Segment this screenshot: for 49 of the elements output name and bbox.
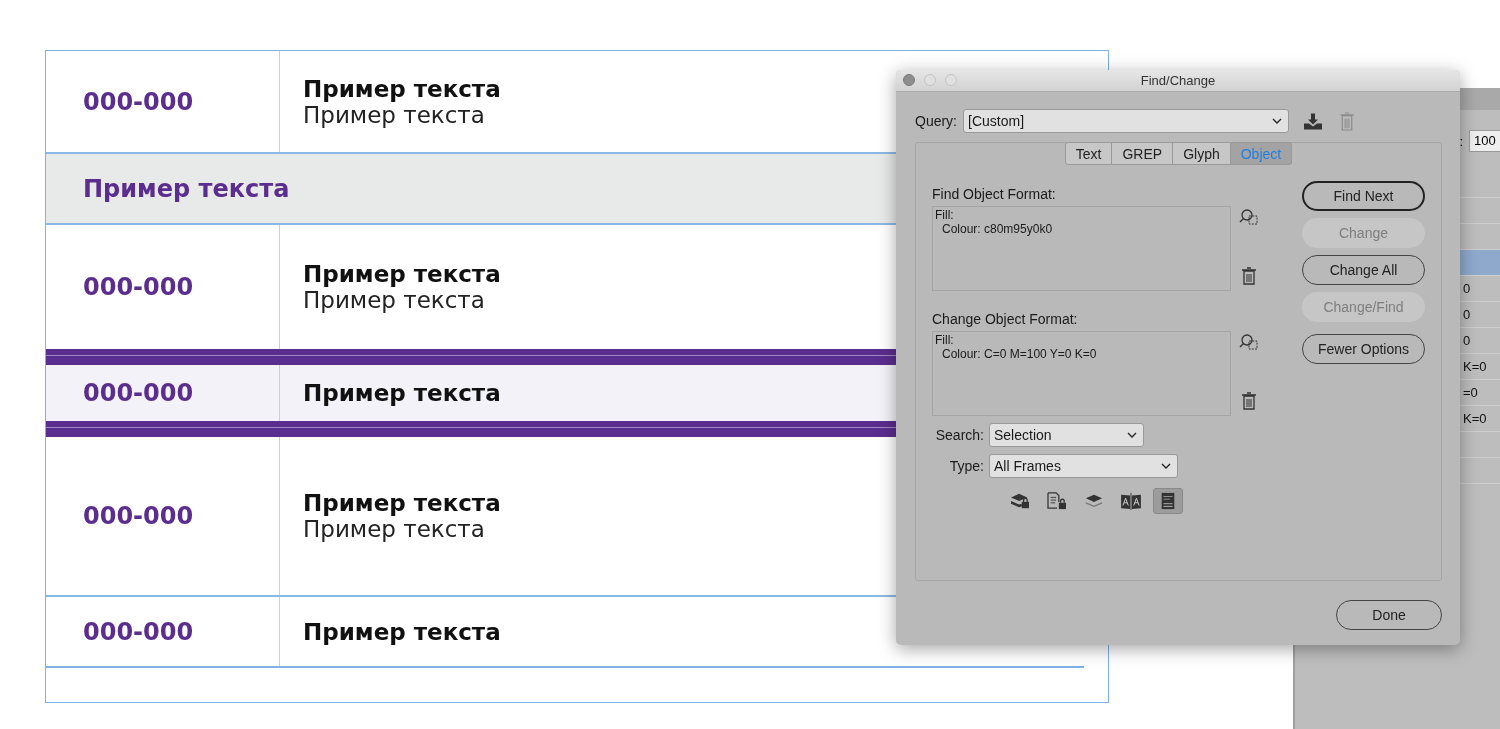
type-label: Type:: [948, 458, 984, 474]
item-number: 000-000: [83, 273, 194, 301]
format-line: Fill:: [935, 333, 955, 347]
format-line: Fill:: [935, 208, 955, 222]
frame-toggle[interactable]: [1153, 488, 1183, 514]
item-subtitle: Пример текста: [303, 101, 486, 128]
document-lock-icon: [1046, 492, 1068, 510]
format-label: Find Object Format:: [932, 186, 1057, 202]
tab[interactable]: GREP: [1112, 142, 1174, 165]
item-title: Пример текста: [303, 75, 501, 102]
query-dropdown[interactable]: [Custom]: [963, 109, 1289, 133]
caret-icon: [1161, 463, 1171, 469]
search-dropdown[interactable]: Selection: [989, 423, 1144, 447]
field-label: :: [1459, 133, 1463, 149]
tab[interactable]: Text: [1064, 142, 1113, 165]
section-title: Пример текста: [83, 174, 290, 203]
type-dropdown[interactable]: All Frames: [989, 454, 1178, 478]
magnifier-icon[interactable]: [1239, 208, 1259, 226]
layers-lock-icon: [1009, 492, 1031, 510]
caret-icon: [1272, 118, 1282, 124]
query-label: Query:: [915, 113, 957, 129]
dialog-button[interactable]: Find Next: [1302, 181, 1425, 211]
trash-icon[interactable]: [1239, 392, 1259, 410]
item-number: 000-000: [83, 379, 194, 407]
item-title: Пример текста: [303, 618, 501, 645]
caret-icon: [1127, 432, 1137, 438]
format-label: Change Object Format:: [932, 311, 1079, 327]
item-title: Пример текста: [303, 490, 501, 516]
trash-icon[interactable]: [1239, 267, 1259, 285]
format-box[interactable]: Fill: Colour: C=0 M=100 Y=0 K=0: [932, 331, 1231, 416]
item-subtitle: Пример текста: [303, 287, 486, 313]
item-number: 000-000: [83, 87, 194, 116]
item-number: 000-000: [83, 502, 194, 530]
format-line: Colour: C=0 M=100 Y=0 K=0: [941, 347, 1098, 361]
item-number: 000-000: [83, 617, 194, 646]
item-title: Пример текста: [303, 380, 501, 406]
format-line: Colour: c80m95y0k0: [941, 222, 1054, 236]
save-query-icon[interactable]: [1303, 111, 1323, 131]
format-box[interactable]: Fill: Colour: c80m95y0k0: [932, 206, 1231, 291]
item-title: Пример текста: [303, 261, 501, 287]
item-subtitle: Пример текста: [303, 516, 486, 542]
close-button[interactable]: [903, 74, 915, 86]
window-title: Find/Change: [1140, 73, 1216, 88]
search-label: Search:: [934, 427, 984, 443]
value-field[interactable]: 100: [1469, 130, 1500, 152]
tab[interactable]: Glyph: [1173, 142, 1231, 165]
book-icon: [1120, 492, 1142, 510]
magnifier-icon[interactable]: [1239, 333, 1259, 351]
layers-icon: [1083, 492, 1105, 510]
